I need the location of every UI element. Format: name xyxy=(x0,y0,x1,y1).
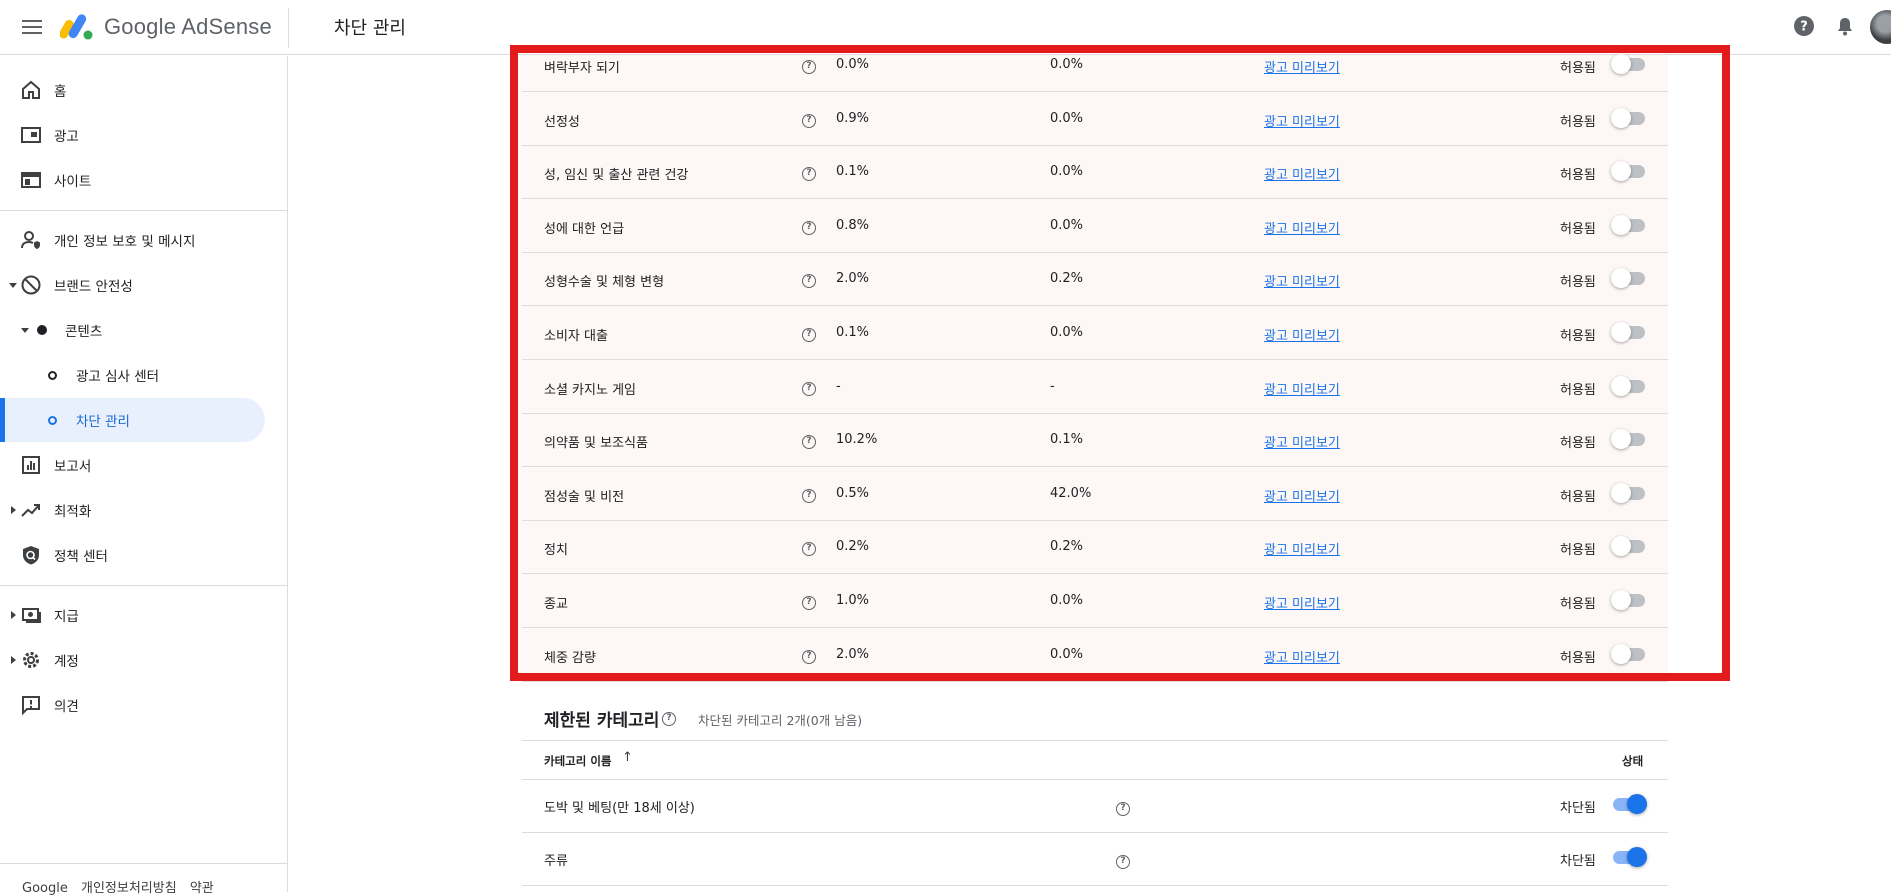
sidebar-item-privacy-messaging[interactable]: 개인 정보 보호 및 메시지 xyxy=(0,220,288,260)
toggle-thumb xyxy=(1627,794,1647,814)
policy-shield-icon xyxy=(23,546,39,565)
notifications-icon[interactable] xyxy=(1834,15,1856,37)
sidebar-divider xyxy=(0,210,288,211)
feedback-icon xyxy=(22,696,40,716)
footer-google-link[interactable]: Google xyxy=(22,881,68,896)
sidebar-item-optimization[interactable]: 최적화 xyxy=(0,490,288,530)
expand-down-icon[interactable] xyxy=(21,327,29,333)
restricted-category-row: 주류? 차단됨 xyxy=(522,833,1668,886)
brand-name[interactable]: Google AdSense xyxy=(104,14,272,40)
expand-right-icon[interactable] xyxy=(11,656,16,664)
footer-privacy-link[interactable]: 개인정보처리방침 xyxy=(81,881,177,896)
sidebar-item-label: 브랜드 안전성 xyxy=(54,279,133,295)
sidebar-item-sites[interactable]: 사이트 xyxy=(0,160,288,200)
footer-terms-link[interactable]: 약관 xyxy=(190,881,214,896)
sidebar-item-account[interactable]: 계정 xyxy=(0,640,288,680)
sites-icon xyxy=(21,172,41,188)
sidebar-item-brand-safety[interactable]: 브랜드 안전성 xyxy=(0,265,288,305)
restricted-categories-count: 차단된 카테고리 2개(0개 남음) xyxy=(698,713,863,728)
help-icon[interactable]: ? xyxy=(1793,15,1815,37)
home-icon xyxy=(22,80,40,99)
sidebar-item-label: 최적화 xyxy=(54,504,92,520)
sidebar-item-home[interactable]: 홈 xyxy=(0,70,288,110)
restricted-categories-title: 제한된 카테고리 xyxy=(544,711,660,731)
sidebar-item-label: 광고 심사 센터 xyxy=(76,369,160,385)
sidebar-item-blocking-controls[interactable]: 차단 관리 xyxy=(0,398,265,442)
trending-up-icon xyxy=(21,504,40,517)
toggle-thumb xyxy=(1627,847,1647,867)
help-circle-icon[interactable]: ? xyxy=(1116,855,1130,869)
sidebar-item-policy-center[interactable]: 정책 센터 xyxy=(0,535,288,575)
account-avatar[interactable] xyxy=(1870,10,1891,44)
sidebar-item-ads[interactable]: 광고 xyxy=(0,115,288,155)
expand-right-icon[interactable] xyxy=(11,506,16,514)
sidebar-item-label: 개인 정보 보호 및 메시지 xyxy=(54,234,196,250)
sidebar-item-label: 계정 xyxy=(54,654,79,670)
sort-ascending-icon[interactable]: ↑ xyxy=(622,750,633,765)
category-status: 차단됨 xyxy=(1560,854,1596,869)
sidebar: 홈 광고 사이트 개인 정보 보호 및 메시지 브랜드 안전성 콘텐츠 광고 심… xyxy=(0,56,288,896)
category-name: 도박 및 베팅(만 18세 이상) xyxy=(544,801,695,816)
sidebar-item-payments[interactable]: 지급 xyxy=(0,595,288,635)
restricted-category-row: 도박 및 베팅(만 18세 이상)? 차단됨 xyxy=(522,780,1668,833)
sidebar-item-ad-review-center[interactable]: 광고 심사 센터 xyxy=(0,355,288,395)
sidebar-divider xyxy=(0,863,288,864)
sidebar-divider xyxy=(0,585,288,586)
sidebar-footer: Google 개인정보처리방침 약관 xyxy=(22,877,223,896)
sidebar-item-label: 사이트 xyxy=(54,174,92,190)
sidebar-item-label: 보고서 xyxy=(54,459,92,475)
sidebar-item-content[interactable]: 콘텐츠 xyxy=(0,310,288,350)
sidebar-item-feedback[interactable]: 의견 xyxy=(0,685,288,725)
column-header-category-name[interactable]: 카테고리 이름 xyxy=(544,753,611,769)
svg-text:?: ? xyxy=(1800,20,1808,35)
sidebar-item-label: 지급 xyxy=(54,609,79,625)
bullet-filled-icon xyxy=(37,325,47,335)
page-title: 차단 관리 xyxy=(334,18,406,39)
bullet-hollow-icon xyxy=(48,370,57,380)
expand-right-icon[interactable] xyxy=(11,611,16,619)
category-status: 차단됨 xyxy=(1560,801,1596,816)
column-header-status: 상태 xyxy=(1622,754,1644,768)
sidebar-item-label: 홈 xyxy=(54,84,67,100)
settings-gear-icon xyxy=(23,652,39,668)
adsense-logo-icon xyxy=(60,14,93,40)
reports-icon xyxy=(22,456,40,474)
help-circle-icon[interactable]: ? xyxy=(662,712,676,726)
sidebar-item-reports[interactable]: 보고서 xyxy=(0,445,288,485)
help-circle-icon[interactable]: ? xyxy=(1116,802,1130,816)
payments-icon xyxy=(22,608,41,623)
main-menu-icon[interactable] xyxy=(20,16,44,40)
header-divider xyxy=(288,8,289,48)
category-name: 주류 xyxy=(544,854,568,869)
sidebar-item-label: 콘텐츠 xyxy=(65,324,103,340)
bullet-hollow-icon xyxy=(48,415,57,425)
category-toggle-switch[interactable] xyxy=(1611,794,1647,814)
category-toggle-switch[interactable] xyxy=(1611,847,1647,867)
highlight-frame xyxy=(510,45,1730,681)
privacy-user-icon xyxy=(21,231,40,249)
sidebar-item-label: 차단 관리 xyxy=(76,414,130,430)
sidebar-item-label: 정책 센터 xyxy=(54,549,108,565)
sidebar-item-label: 의견 xyxy=(54,699,79,715)
expand-down-icon[interactable] xyxy=(9,282,17,288)
block-icon xyxy=(21,275,41,295)
ads-icon xyxy=(21,127,41,143)
restricted-table-header: 카테고리 이름 ↑ 상태 xyxy=(522,740,1668,780)
sidebar-item-label: 광고 xyxy=(54,129,79,145)
